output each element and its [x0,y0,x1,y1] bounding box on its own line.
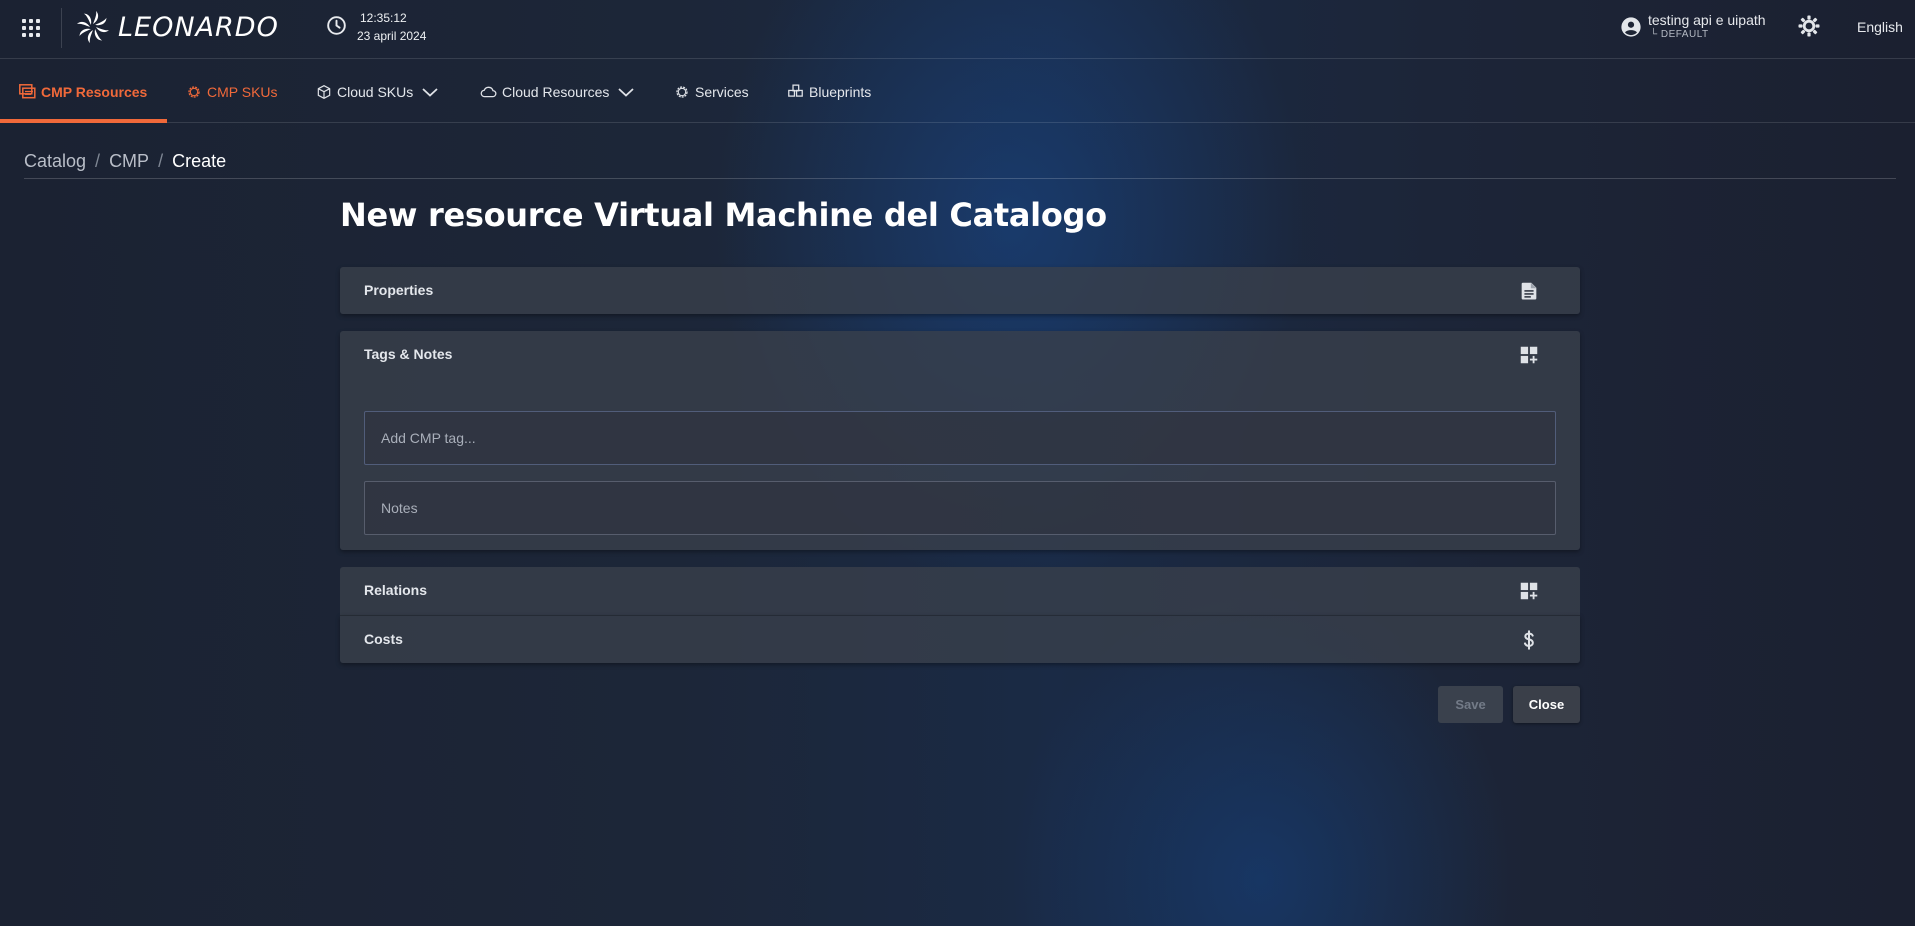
brightness-icon[interactable] [1797,14,1821,38]
page-title: New resource Virtual Machine del Catalog… [340,196,1107,234]
tags-notes-panel-title: Tags & Notes [364,346,453,362]
logo-text: LEONARDO [118,11,279,43]
user-name[interactable]: testing api e uipath [1648,12,1766,28]
account-circle-icon[interactable] [1620,16,1642,38]
chevron-down-icon [618,87,635,97]
document-icon [1521,282,1537,300]
save-button[interactable]: Save [1438,686,1503,723]
nav-label: Cloud SKUs [337,83,414,100]
gear-icon [188,85,200,98]
clock-time: 12:35:12 [360,11,407,25]
main-nav: CMP Resources CMP SKUs Cloud SKUs Cloud … [0,60,1915,123]
nav-label: Cloud Resources [502,83,610,100]
gear-icon [676,85,688,98]
nav-label: Blueprints [809,83,872,100]
tags-notes-panel: Tags & Notes Add CMP tag... Notes [340,331,1580,550]
nav-item-cloud-skus[interactable]: Cloud SKUs [316,60,444,123]
costs-panel-title: Costs [364,631,403,647]
nav-item-cmp-resources[interactable]: CMP Resources [19,60,147,123]
costs-panel-header[interactable]: Costs [340,616,1580,664]
notes-textarea[interactable]: Notes [364,481,1556,535]
properties-panel-title: Properties [364,282,434,298]
breadcrumb-cmp[interactable]: CMP [109,151,149,172]
nav-item-services[interactable]: Services [674,60,749,123]
box-icon [317,84,331,99]
leonardo-logo-icon [77,11,109,43]
dashboard-add-icon [1520,582,1538,600]
nav-label: Services [695,83,749,100]
language-selector[interactable]: English [1857,19,1903,35]
breadcrumb-catalog[interactable]: Catalog [24,151,86,172]
breadcrumb-separator: / [158,151,164,171]
breadcrumb: Catalog / CMP / Create [24,151,226,172]
breadcrumb-separator: / [95,151,101,171]
top-bar: LEONARDO 12:35:12 23 april 2024 testing … [0,0,1915,59]
breadcrumb-current: Create [172,151,227,171]
close-button[interactable]: Close [1513,686,1580,723]
chevron-down-icon [422,87,438,97]
nav-label: CMP Resources [41,83,148,100]
costs-panel: Costs [340,615,1580,663]
tags-notes-panel-header[interactable]: Tags & Notes [340,331,1580,379]
dashboard-add-icon [1520,346,1538,364]
user-tenant: └ DEFAULT [1650,29,1709,40]
nav-label: CMP SKUs [207,83,278,100]
apps-grid-icon[interactable] [20,17,42,39]
blueprint-icon [788,84,803,97]
properties-panel-header[interactable]: Properties [340,267,1580,315]
brand-logo[interactable]: LEONARDO [76,8,279,46]
clock-date: 23 april 2024 [357,29,427,43]
relations-panel-title: Relations [364,582,428,598]
resources-icon [19,84,36,99]
breadcrumb-divider [24,178,1896,179]
dollar-icon [1523,630,1534,650]
relations-panel: Relations [340,567,1580,615]
cmp-tag-input[interactable]: Add CMP tag... [364,411,1556,465]
topbar-divider [61,8,62,48]
clock-icon [327,16,346,35]
cloud-icon [480,86,497,97]
nav-item-cmp-skus[interactable]: CMP SKUs [186,60,278,123]
nav-item-cloud-resources[interactable]: Cloud Resources [480,60,640,123]
nav-item-blueprints[interactable]: Blueprints [787,60,871,123]
relations-panel-header[interactable]: Relations [340,567,1580,615]
properties-panel: Properties [340,267,1580,314]
active-tab-indicator [0,119,167,123]
